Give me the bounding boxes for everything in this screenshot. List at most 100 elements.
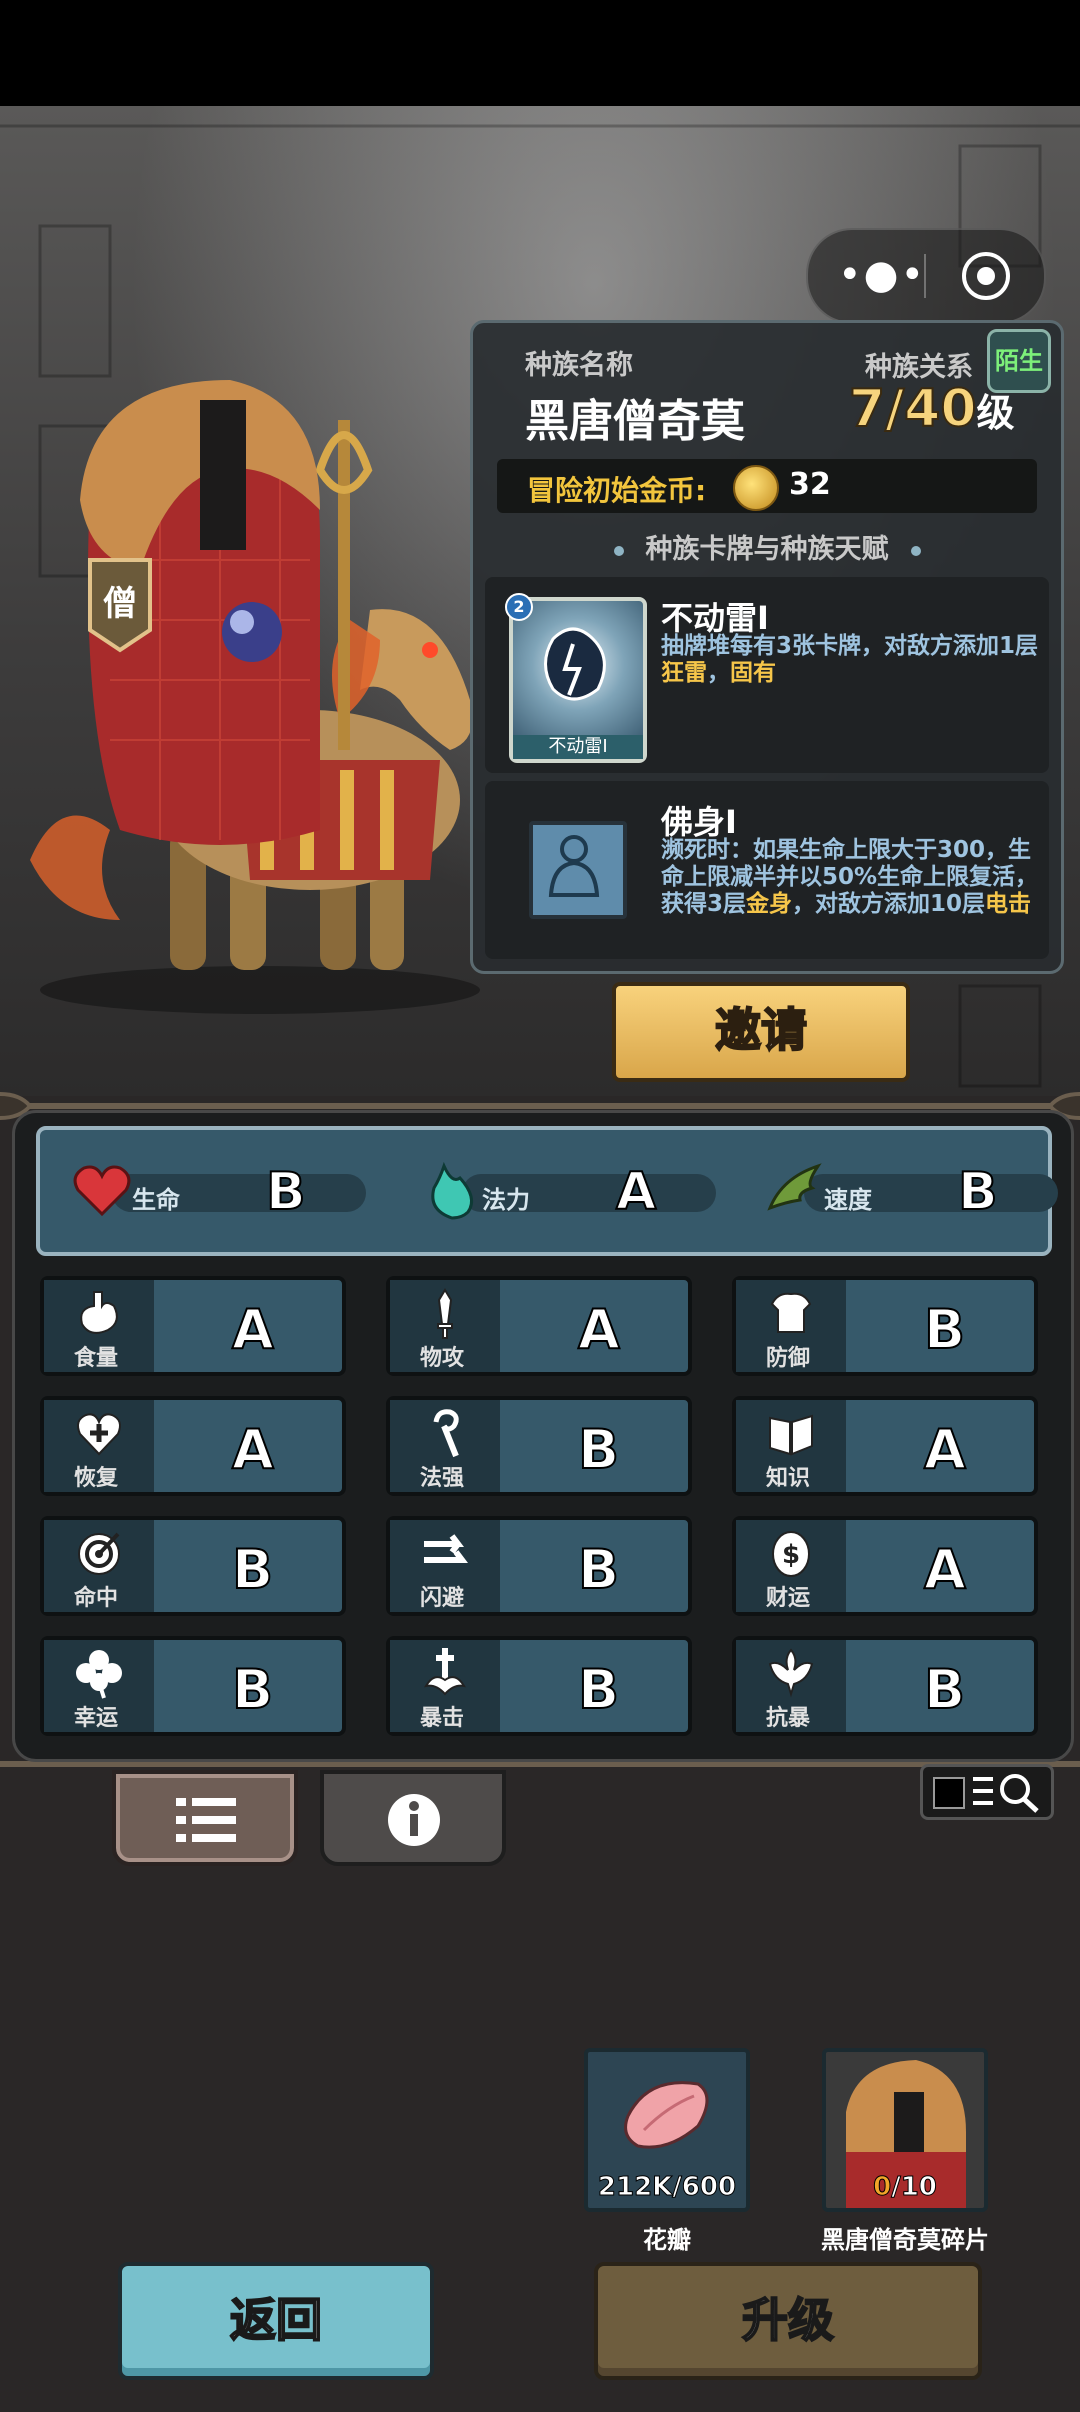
section-title-text: 种族卡牌与种族天赋 bbox=[645, 534, 889, 565]
stat-critical: 暴击 B bbox=[386, 1636, 692, 1736]
crit-sword-icon bbox=[424, 1648, 466, 1696]
stat-name: 法强 bbox=[420, 1466, 465, 1491]
material-fragment-label: 黑唐僧奇莫碎片 bbox=[821, 2226, 989, 2254]
race-card-box[interactable]: 2 不动雷I 不动雷I 抽牌堆每有3张卡牌，对敌方添加1层狂雷，固有 bbox=[485, 577, 1049, 773]
stat-grade: B bbox=[577, 1537, 620, 1602]
stat-dodge: 闪避 B bbox=[386, 1516, 692, 1616]
hero-portrait: 僧 bbox=[30, 380, 480, 1014]
sword-icon bbox=[437, 1288, 453, 1339]
upgrade-button[interactable]: 升级 bbox=[594, 2262, 982, 2380]
race-talent-box[interactable]: 佛身I 濒死时：如果生命上限大于300，生命上限减半并以50%生命上限复活，获得… bbox=[485, 781, 1049, 959]
stat-name: 幸运 bbox=[74, 1706, 119, 1731]
stat-grade: B bbox=[265, 1161, 307, 1223]
stat-grade: B bbox=[231, 1537, 274, 1602]
stat-grade: B bbox=[923, 1657, 966, 1722]
list-icon bbox=[176, 1798, 236, 1842]
tab-info[interactable] bbox=[320, 1770, 506, 1866]
card-thumbnail[interactable]: 2 不动雷I bbox=[505, 593, 647, 763]
stat-crit-resist: 抗暴 B bbox=[732, 1636, 1038, 1736]
stat-grade: A bbox=[615, 1161, 657, 1223]
hero-badge-text: 僧 bbox=[103, 584, 137, 624]
main-stat-speed: 速度 B bbox=[762, 1158, 1072, 1223]
stat-grade: A bbox=[923, 1537, 967, 1602]
race-info-panel: 种族名称 种族关系 陌生 黑唐僧奇莫 7/40级 冒险初始金币: 32 种族卡牌… bbox=[470, 320, 1064, 974]
starting-gold-value: 32 bbox=[789, 467, 831, 502]
wing-icon bbox=[767, 1163, 822, 1211]
heart-icon bbox=[73, 1165, 131, 1217]
filter-checkbox[interactable] bbox=[933, 1777, 965, 1809]
material-petal[interactable]: 212K/600 bbox=[584, 2048, 750, 2212]
stat-name: 暴击 bbox=[420, 1706, 465, 1731]
staff-icon bbox=[433, 1409, 459, 1458]
race-card-talent-title: 种族卡牌与种族天赋 bbox=[473, 527, 1061, 566]
talent-desc-keyword: 金身 bbox=[746, 891, 793, 917]
stat-grade: A bbox=[577, 1297, 621, 1362]
stat-name: 物攻 bbox=[420, 1346, 465, 1371]
tab-stats-list[interactable] bbox=[112, 1770, 298, 1866]
target-icon bbox=[78, 1532, 120, 1575]
main-stat-hp: 生命 B bbox=[70, 1158, 380, 1223]
stat-name: 恢复 bbox=[74, 1466, 119, 1491]
stat-grade: B bbox=[957, 1161, 999, 1223]
stat-name: 闪避 bbox=[420, 1586, 465, 1611]
race-name-label: 种族名称 bbox=[525, 350, 633, 381]
stat-recovery: 恢复 A bbox=[40, 1396, 346, 1496]
status-bar bbox=[0, 0, 1080, 106]
title-dot-icon bbox=[613, 545, 624, 556]
talent-desc-text: ，对敌方添加10层 bbox=[792, 891, 986, 917]
back-button[interactable]: 返回 bbox=[118, 2262, 434, 2380]
stat-grade: B bbox=[231, 1657, 274, 1722]
stat-fortune: $ 财运 A bbox=[732, 1516, 1038, 1616]
stat-name: 生命 bbox=[132, 1186, 180, 1214]
stat-name: 法力 bbox=[482, 1186, 530, 1214]
stat-grade: A bbox=[231, 1297, 275, 1362]
stat-name: 知识 bbox=[766, 1466, 811, 1491]
material-petal-label: 花瓣 bbox=[643, 2226, 691, 2254]
main-stat-mana: 法力 A bbox=[420, 1158, 730, 1223]
stat-grade: B bbox=[923, 1297, 966, 1362]
stat-spell-power: 法强 B bbox=[386, 1396, 692, 1496]
thunder-spirit-icon bbox=[544, 627, 606, 701]
filter-search-icon bbox=[973, 1774, 1039, 1813]
clover-icon bbox=[76, 1650, 122, 1699]
filter-control[interactable] bbox=[920, 1764, 1054, 1820]
meditating-monk-icon bbox=[548, 835, 600, 897]
more-options-icon[interactable]: •●• bbox=[838, 250, 924, 300]
coin-icon: $ bbox=[772, 1531, 810, 1577]
stat-name: 抗暴 bbox=[766, 1706, 811, 1731]
race-level-value: 7/40 bbox=[848, 378, 978, 440]
invite-button[interactable]: 邀请 bbox=[612, 982, 910, 1082]
stat-accuracy: 命中 B bbox=[40, 1516, 346, 1616]
title-dot-icon bbox=[910, 545, 921, 556]
fragment-needed: /10 bbox=[891, 2172, 938, 2203]
stat-defense: 防御 B bbox=[732, 1276, 1038, 1376]
gold-coin-icon bbox=[733, 465, 779, 511]
stat-name: 命中 bbox=[74, 1586, 119, 1611]
petal-count: 212K/600 bbox=[597, 2172, 737, 2203]
stat-grade: A bbox=[231, 1417, 275, 1482]
fragment-count: 0/10 bbox=[826, 2172, 984, 2203]
armor-icon bbox=[770, 1292, 812, 1333]
starting-gold-label: 冒险初始金币: bbox=[527, 474, 707, 507]
stat-grade: B bbox=[577, 1417, 620, 1482]
petal-icon bbox=[624, 2081, 709, 2149]
talent-desc-keyword: 电击 bbox=[985, 891, 1032, 917]
flame-icon bbox=[431, 1161, 474, 1220]
talent-thumbnail[interactable] bbox=[529, 821, 627, 919]
stat-name: 速度 bbox=[824, 1186, 872, 1214]
capsule-divider bbox=[924, 254, 926, 298]
material-hero-fragment[interactable]: 0/10 bbox=[822, 2048, 988, 2212]
stat-grade: A bbox=[923, 1417, 967, 1482]
stat-name: 防御 bbox=[766, 1346, 811, 1371]
fragment-owned: 0 bbox=[873, 2172, 892, 2203]
exit-target-icon[interactable] bbox=[960, 250, 1012, 302]
race-level-unit: 级 bbox=[976, 391, 1015, 435]
stat-appetite: 食量 A bbox=[40, 1276, 346, 1376]
starting-gold-bar: 冒险初始金币: 32 bbox=[497, 459, 1037, 513]
talent-description: 濒死时：如果生命上限大于300，生命上限减半并以50%生命上限复活，获得3层金身… bbox=[661, 837, 1041, 918]
main-stats-bar: 生命 B 法力 A 速度 B bbox=[36, 1126, 1058, 1256]
race-name: 黑唐僧奇莫 bbox=[525, 396, 745, 447]
dodge-arrows-icon bbox=[424, 1534, 468, 1563]
stomach-icon bbox=[80, 1291, 118, 1334]
stat-knowledge: 知识 A bbox=[732, 1396, 1038, 1496]
